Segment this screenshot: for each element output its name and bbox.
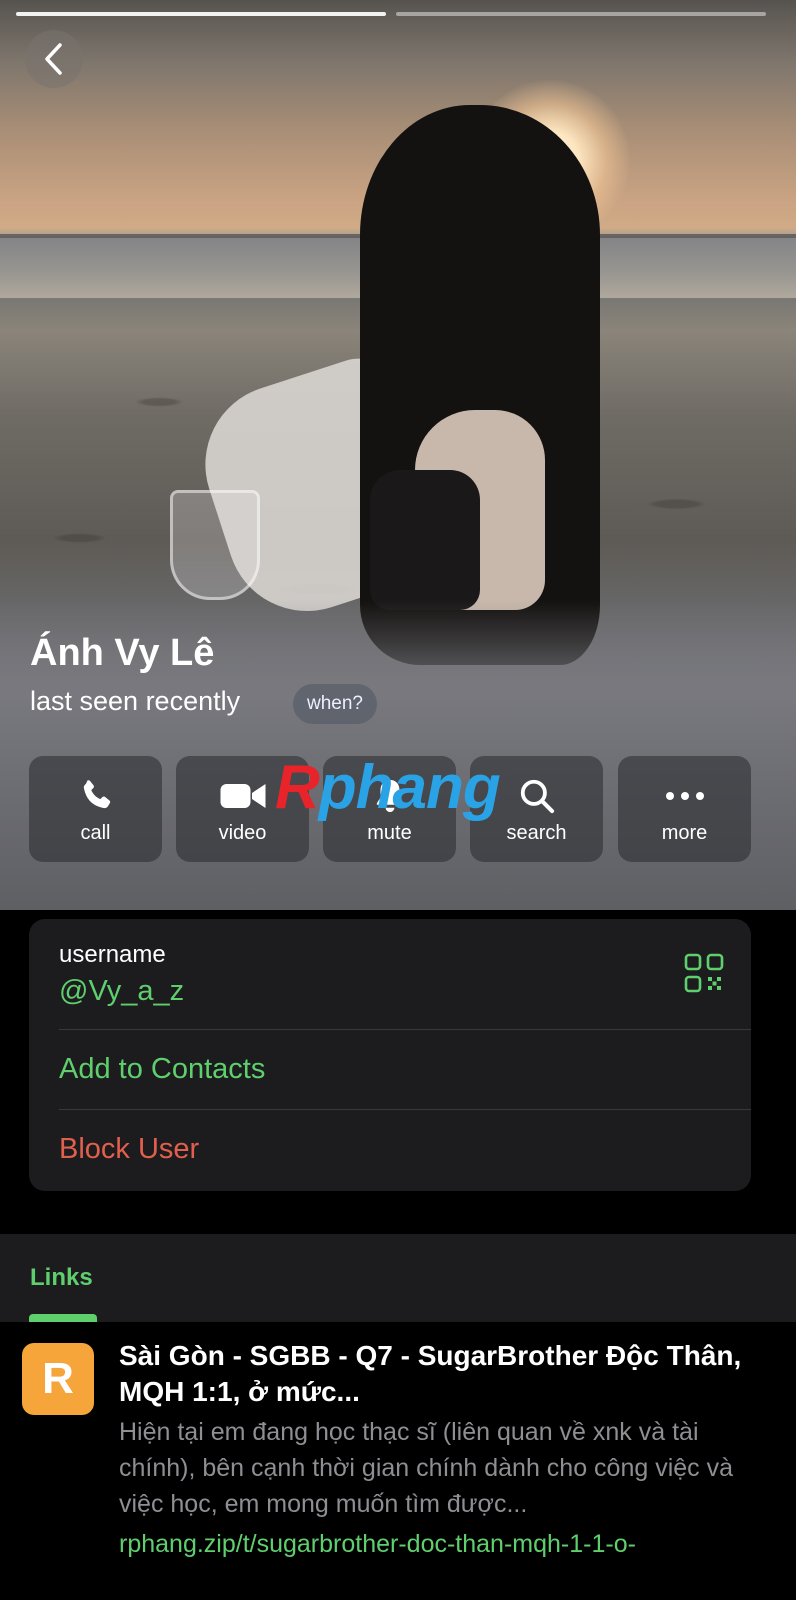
search-icon bbox=[520, 779, 554, 814]
last-seen-status: last seen recently bbox=[30, 686, 241, 716]
block-user-button[interactable]: Block User bbox=[59, 1133, 199, 1166]
person-top bbox=[370, 470, 480, 610]
wine-glass bbox=[170, 490, 260, 600]
link-title: Sài Gòn - SGBB - Q7 - SugarBrother Độc T… bbox=[119, 1340, 742, 1407]
watermark-r: R bbox=[275, 753, 320, 822]
call-button[interactable]: call bbox=[29, 756, 162, 862]
call-label: call bbox=[80, 822, 111, 844]
rphang-watermark: Rphang bbox=[275, 752, 501, 823]
divider bbox=[59, 1109, 751, 1110]
link-description: Hiện tại em đang học thạc sĩ (liên quan … bbox=[119, 1418, 734, 1518]
profile-photo[interactable]: Ánh Vy Lê last seen recently when? call … bbox=[0, 0, 796, 910]
more-dots-icon bbox=[665, 792, 704, 800]
video-label: video bbox=[218, 822, 267, 844]
chevron-left-icon bbox=[45, 43, 62, 75]
video-camera-icon bbox=[220, 784, 265, 808]
more-button[interactable]: more bbox=[618, 756, 751, 862]
story-progress-next bbox=[396, 12, 766, 16]
divider bbox=[59, 1029, 751, 1030]
profile-name: Ánh Vy Lê bbox=[30, 632, 215, 674]
watermark-rest: phang bbox=[318, 753, 501, 822]
mute-label: mute bbox=[367, 822, 412, 844]
search-label: search bbox=[506, 822, 567, 844]
link-site-icon: R bbox=[22, 1343, 94, 1415]
username-label: username bbox=[59, 941, 166, 968]
story-progress-active bbox=[16, 12, 386, 16]
phone-icon bbox=[83, 780, 110, 809]
back-button[interactable] bbox=[25, 30, 83, 88]
link-preview-item[interactable]: R Sài Gòn - SGBB - Q7 - SugarBrother Độc… bbox=[0, 1322, 796, 1600]
user-info-card: username @Vy_a_z Add to Contacts Block U… bbox=[29, 919, 751, 1191]
more-label: more bbox=[661, 822, 708, 844]
active-tab-indicator bbox=[29, 1314, 97, 1322]
link-url[interactable]: rphang.zip/t/sugarbrother-doc-than-mqh-1… bbox=[119, 1526, 779, 1562]
username-value[interactable]: @Vy_a_z bbox=[59, 975, 184, 1008]
when-button[interactable]: when? bbox=[293, 684, 377, 724]
qr-code-icon[interactable] bbox=[684, 953, 724, 993]
add-to-contacts-button[interactable]: Add to Contacts bbox=[59, 1053, 265, 1086]
tab-links[interactable]: Links bbox=[30, 1264, 93, 1292]
